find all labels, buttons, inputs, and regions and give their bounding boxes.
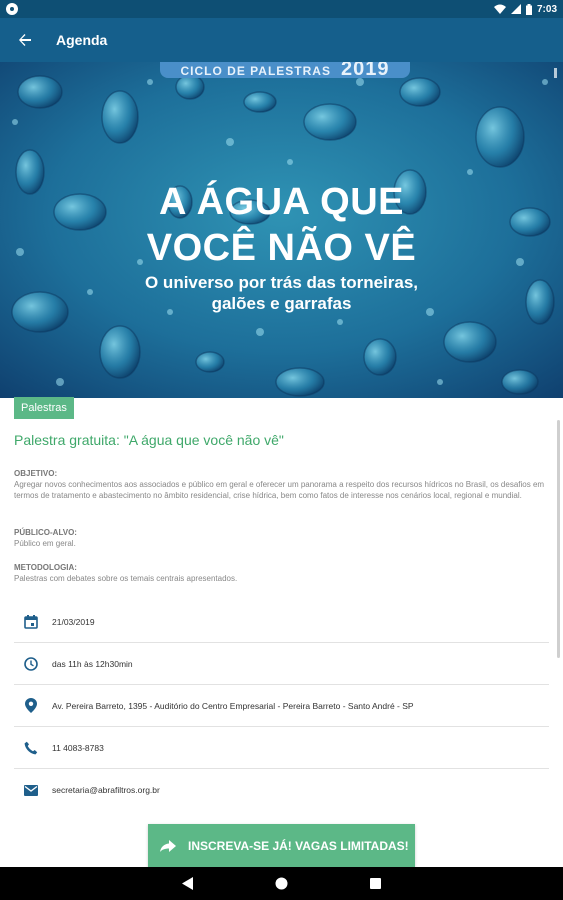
event-phone: 11 4083-8783 <box>52 742 104 753</box>
register-button[interactable]: INSCREVA-SE JÁ! VAGAS LIMITADAS! <box>148 824 415 868</box>
event-date: 21/03/2019 <box>52 616 95 627</box>
register-button-label: INSCREVA-SE JÁ! VAGAS LIMITADAS! <box>188 839 409 853</box>
methodology-section: METODOLOGIA: Palestras com debates sobre… <box>14 562 549 584</box>
methodology-label: METODOLOGIA: <box>14 563 77 572</box>
banner-scroll-indicator <box>554 68 557 78</box>
event-info-list: 21/03/2019 das 11h às 12h30min Av. Perei… <box>14 601 549 811</box>
arrow-back-icon <box>19 34 31 46</box>
nav-home-icon <box>275 877 288 890</box>
event-time: das 11h às 12h30min <box>52 658 133 669</box>
phone-icon <box>14 741 48 755</box>
back-button[interactable] <box>0 18 50 62</box>
banner-ribbon: CICLO DE PALESTRAS 2019 <box>160 62 410 78</box>
wifi-icon <box>493 4 506 14</box>
category-tag: Palestras <box>14 397 74 419</box>
nav-home-button[interactable] <box>274 876 290 892</box>
audience-label: PÚBLICO-ALVO: <box>14 528 77 537</box>
ribbon-text: CICLO DE PALESTRAS <box>180 64 331 78</box>
ribbon-year: 2019 <box>340 62 390 78</box>
objective-section: OBJETIVO: Agregar novos conhecimentos ao… <box>14 468 549 501</box>
signal-icon <box>510 4 521 14</box>
app-bar: Agenda <box>0 18 563 62</box>
nav-back-icon <box>181 877 193 890</box>
battery-icon <box>525 3 532 15</box>
methodology-text: Palestras com debates sobre os temais ce… <box>14 574 238 583</box>
nav-recents-icon <box>370 878 381 889</box>
nav-back-button[interactable] <box>180 876 196 892</box>
date-row: 21/03/2019 <box>14 601 549 643</box>
banner-subtitle-line2: galões e garrafas <box>211 294 352 313</box>
event-email: secretaria@abrafiltros.org.br <box>52 785 160 795</box>
nav-recents-button[interactable] <box>368 876 384 892</box>
event-banner: CICLO DE PALESTRAS 2019 A ÁGUA QUE VOCÊ N… <box>0 62 563 398</box>
banner-subtitle-line1: O universo por trás das torneiras, <box>144 273 419 292</box>
event-title: Palestra gratuita: "A água que você não … <box>14 432 284 448</box>
banner-title-line2: VOCÊ NÃO VÊ <box>146 227 417 269</box>
clock-icon <box>14 656 48 671</box>
system-nav-bar <box>0 867 563 900</box>
email-icon <box>14 784 48 796</box>
scrollbar[interactable] <box>557 420 560 658</box>
objective-text: Agregar novos conhecimentos aos associad… <box>14 480 545 500</box>
location-pin-icon <box>14 698 48 713</box>
status-time: 7:03 <box>536 3 557 15</box>
status-bar: 7:03 <box>0 0 563 18</box>
notification-icon <box>6 3 18 15</box>
time-row: das 11h às 12h30min <box>14 643 549 685</box>
status-icons: 7:03 <box>493 1 557 17</box>
banner-title-line1: A ÁGUA QUE <box>159 181 404 223</box>
address-row[interactable]: Av. Pereira Barreto, 1395 - Auditório do… <box>14 685 549 727</box>
objective-label: OBJETIVO: <box>14 469 58 478</box>
audience-section: PÚBLICO-ALVO: Público em geral. <box>14 527 549 549</box>
event-address: Av. Pereira Barreto, 1395 - Auditório do… <box>52 700 414 711</box>
page-title: Agenda <box>56 32 108 48</box>
email-row[interactable]: secretaria@abrafiltros.org.br <box>14 769 549 811</box>
calendar-icon <box>14 614 48 629</box>
audience-text: Público em geral. <box>14 539 76 548</box>
phone-row[interactable]: 11 4083-8783 <box>14 727 549 769</box>
share-arrow-icon <box>148 840 188 852</box>
